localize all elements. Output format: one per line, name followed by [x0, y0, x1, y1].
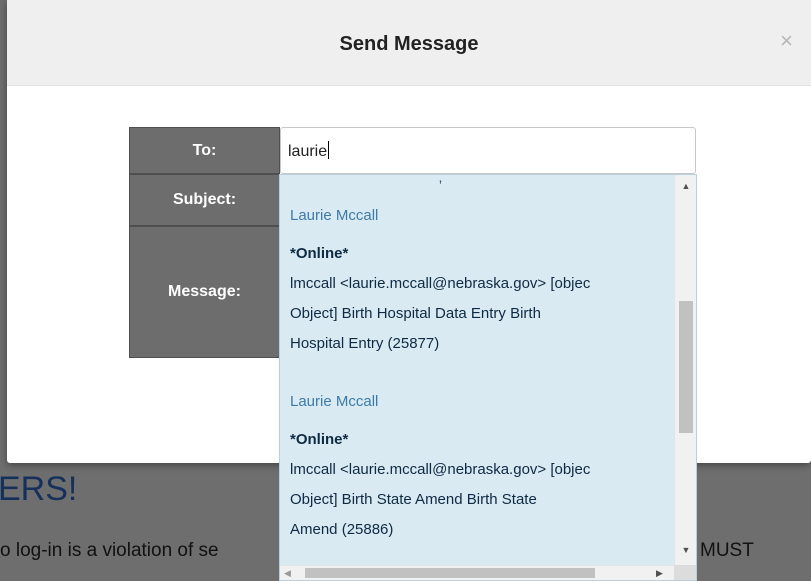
recipient-detail-line: Object] Birth Hospital Data Entry Birth	[290, 305, 541, 322]
recipient-detail-line: lmccall <laurie.mccall@nebraska.gov> [ob…	[290, 275, 591, 292]
modal-title: Send Message	[339, 33, 479, 55]
recipient-detail-line: Hospital Entry (25877)	[290, 335, 440, 352]
recipient-detail-line: Amend (25886)	[290, 521, 394, 538]
scroll-right-icon[interactable]: ▶	[656, 566, 663, 580]
recipient-name: Laurie Mccall	[290, 393, 379, 410]
recipient-detail-line: lmccall <laurie.mccall@nebraska.gov> [ob…	[290, 461, 591, 478]
recipient-detail-line: Object] Birth State Amend Birth State	[290, 491, 537, 508]
modal-header: Send Message ×	[7, 0, 811, 86]
message-label: Message:	[129, 226, 280, 358]
vertical-scroll-thumb[interactable]	[679, 301, 693, 433]
vertical-scrollbar[interactable]: ▲ ▼	[674, 175, 696, 567]
scroll-left-icon[interactable]: ◀	[284, 566, 291, 580]
subject-label: Subject:	[129, 174, 280, 226]
horizontal-scroll-thumb[interactable]	[305, 568, 595, 578]
text-caret	[328, 141, 330, 159]
horizontal-scrollbar[interactable]: ◀ ▶	[280, 565, 675, 580]
recipient-autocomplete-dropdown[interactable]: ` , ´ Laurie Mccall *Online* lmccall <la…	[279, 174, 697, 581]
background-text-right: MUST	[700, 540, 754, 561]
to-input[interactable]: laurie	[280, 127, 696, 174]
scrollbar-corner	[674, 565, 696, 580]
close-icon[interactable]: ×	[780, 30, 793, 52]
recipient-status: *Online*	[290, 431, 349, 448]
to-label: To:	[129, 127, 280, 174]
recipient-status: *Online*	[290, 245, 349, 262]
to-input-value: laurie	[288, 143, 328, 160]
background-text-left: o log-in is a violation of se	[0, 540, 219, 561]
scroll-up-icon[interactable]: ▲	[675, 181, 696, 191]
recipient-name: Laurie Mccall	[290, 207, 379, 224]
recipient-option[interactable]: Laurie Mccall *Online* lmccall <laurie.m…	[290, 207, 675, 359]
partial-item-text: ` , ´	[430, 174, 451, 185]
dropdown-list: ` , ´ Laurie Mccall *Online* lmccall <la…	[280, 175, 671, 567]
recipient-option[interactable]: Laurie Mccall *Online* lmccall <laurie.m…	[290, 393, 675, 545]
background-heading: ERS!	[0, 470, 78, 508]
scroll-down-icon[interactable]: ▼	[675, 545, 696, 555]
